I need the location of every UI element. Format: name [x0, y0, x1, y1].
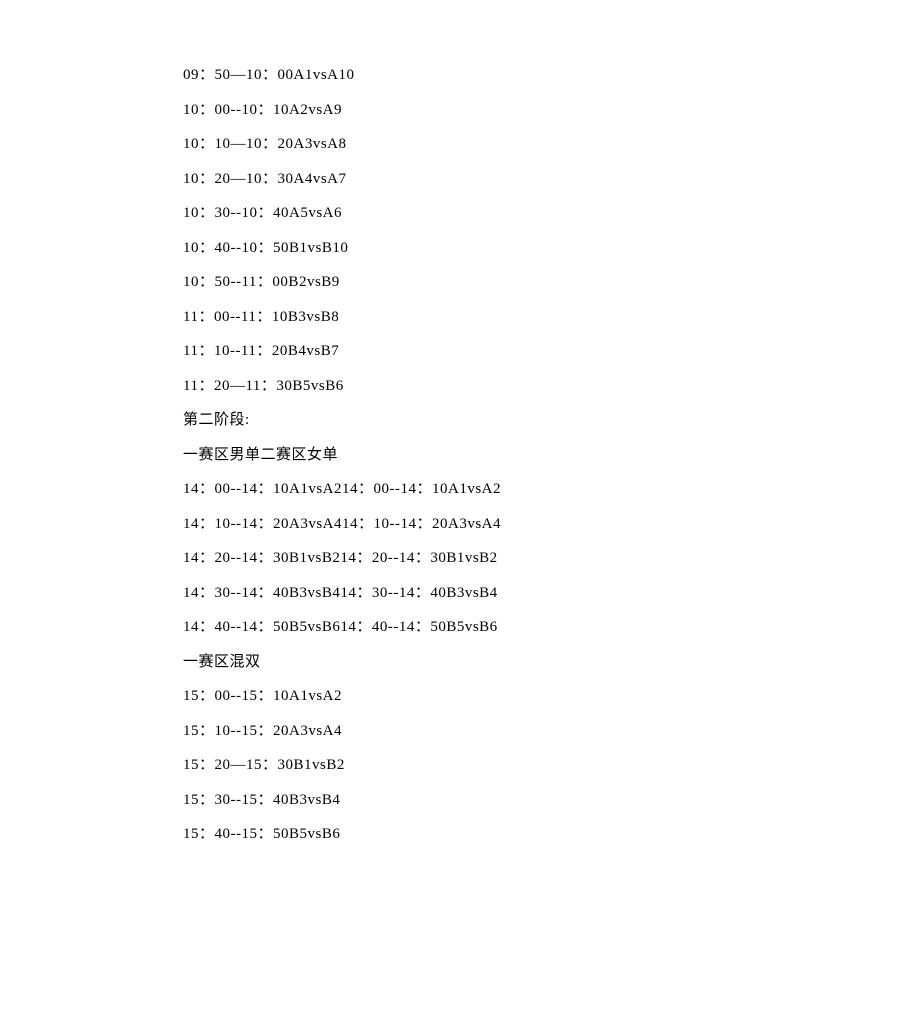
- schedule-line: 10：50--11：00B2vsB9: [183, 265, 920, 300]
- schedule-line: 10：10—10：20A3vsA8: [183, 127, 920, 162]
- schedule-line: 11：00--11：10B3vsB8: [183, 300, 920, 335]
- schedule-line: 14：30--14：40B3vsB414：30--14：40B3vsB4: [183, 576, 920, 611]
- schedule-line: 10：00--10：10A2vsA9: [183, 93, 920, 128]
- schedule-line: 14：20--14：30B1vsB214：20--14：30B1vsB2: [183, 541, 920, 576]
- section-subheading: 一赛区混双: [183, 645, 920, 680]
- document-content: 09：50—10：00A1vsA10 10：00--10：10A2vsA9 10…: [0, 0, 920, 852]
- schedule-line: 15：30--15：40B3vsB4: [183, 783, 920, 818]
- schedule-line: 09：50—10：00A1vsA10: [183, 58, 920, 93]
- schedule-line: 15：10--15：20A3vsA4: [183, 714, 920, 749]
- schedule-line: 10：40--10：50B1vsB10: [183, 231, 920, 266]
- schedule-line: 15：40--15：50B5vsB6: [183, 817, 920, 852]
- section-heading: 第二阶段:: [183, 403, 920, 438]
- schedule-line: 10：20—10：30A4vsA7: [183, 162, 920, 197]
- schedule-line: 11：10--11：20B4vsB7: [183, 334, 920, 369]
- schedule-line: 14：00--14：10A1vsA214：00--14：10A1vsA2: [183, 472, 920, 507]
- schedule-line: 15：00--15：10A1vsA2: [183, 679, 920, 714]
- schedule-line: 15：20—15：30B1vsB2: [183, 748, 920, 783]
- schedule-line: 11：20—11：30B5vsB6: [183, 369, 920, 404]
- schedule-line: 10：30--10：40A5vsA6: [183, 196, 920, 231]
- section-subheading: 一赛区男单二赛区女单: [183, 438, 920, 473]
- schedule-line: 14：40--14：50B5vsB614：40--14：50B5vsB6: [183, 610, 920, 645]
- schedule-line: 14：10--14：20A3vsA414：10--14：20A3vsA4: [183, 507, 920, 542]
